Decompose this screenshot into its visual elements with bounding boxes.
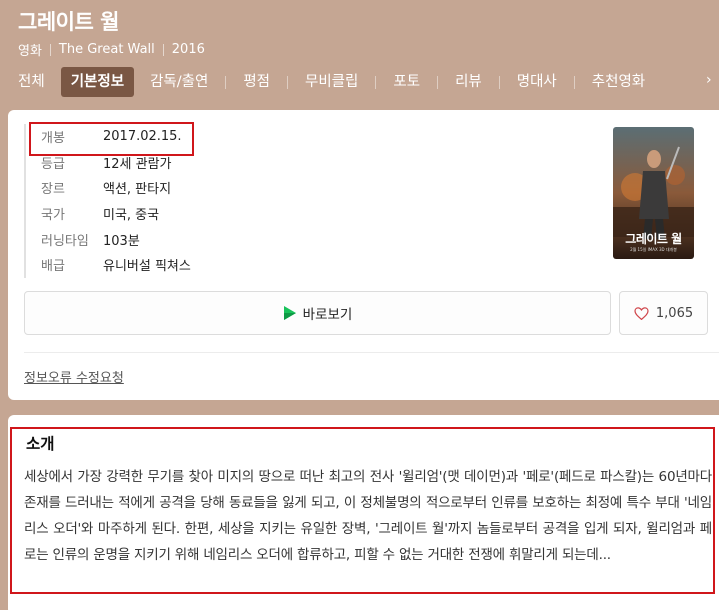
tab-photos[interactable]: 포토 — [383, 67, 430, 97]
tab-movie-clips[interactable]: 무비클립 — [295, 67, 368, 97]
watch-now-button[interactable]: 바로보기 — [24, 291, 611, 335]
poster-title-text: 그레이트 월 — [625, 232, 682, 246]
meta-original-title: The Great Wall — [58, 42, 155, 57]
tab-divider — [573, 75, 575, 89]
info-row-runtime: 러닝타임 103분 — [41, 226, 191, 252]
movie-header: 그레이트 월 영화 The Great Wall 2016 전체 기본정보 감독… — [0, 0, 719, 110]
meta-divider — [162, 43, 164, 56]
divider — [24, 352, 719, 353]
tab-quotes[interactable]: 명대사 — [507, 67, 567, 97]
tab-divider — [498, 75, 500, 89]
info-value: 103분 — [103, 233, 140, 249]
info-value: 유니버설 픽쳐스 — [103, 259, 191, 275]
tab-scroll-more-icon[interactable]: › — [706, 72, 712, 88]
info-row-country: 국가 미국, 중국 — [41, 201, 191, 227]
movie-meta: 영화 The Great Wall 2016 — [18, 40, 205, 59]
like-count: 1,065 — [655, 305, 694, 321]
tab-basic-info[interactable]: 기본정보 — [60, 67, 135, 97]
tab-divider — [225, 75, 227, 89]
report-error-link[interactable]: 정보오류 수정요청 — [24, 367, 124, 386]
meta-type: 영화 — [18, 44, 42, 59]
info-value: 액션, 판타지 — [103, 182, 172, 198]
like-button[interactable]: 1,065 — [619, 291, 708, 335]
intro-highlight-box — [10, 427, 715, 594]
tab-cast[interactable]: 감독/출연 — [140, 67, 218, 97]
meta-year: 2016 — [171, 42, 205, 57]
play-icon — [283, 306, 296, 320]
tab-divider — [287, 75, 288, 89]
meta-divider — [49, 43, 51, 56]
tab-reviews[interactable]: 리뷰 — [445, 67, 492, 97]
movie-title: 그레이트 월 — [18, 10, 119, 34]
heart-icon — [634, 306, 649, 320]
tab-bar: 전체 기본정보 감독/출연 평점 무비클립 포토 리뷰 명대사 추천영화 — [8, 67, 655, 97]
tab-recommended[interactable]: 추천영화 — [582, 67, 655, 97]
tab-ratings[interactable]: 평점 — [233, 67, 280, 97]
info-row-distributor: 배급 유니버설 픽쳐스 — [41, 252, 191, 278]
info-label: 러닝타임 — [41, 233, 89, 249]
poster-credit-text: 2월 15일 IMAX 3D 대개봉 — [630, 247, 677, 252]
movie-poster[interactable]: 그레이트 월 2월 15일 IMAX 3D 대개봉 — [613, 127, 694, 259]
info-label: 배급 — [41, 259, 65, 275]
tab-all[interactable]: 전체 — [8, 67, 55, 97]
watch-now-label: 바로보기 — [302, 307, 353, 323]
release-date-highlight-box — [29, 122, 194, 156]
info-label: 국가 — [41, 208, 65, 224]
info-label: 장르 — [41, 182, 65, 198]
info-value: 미국, 중국 — [103, 208, 160, 224]
info-row-genre: 장르 액션, 판타지 — [41, 175, 191, 201]
tab-divider — [375, 75, 377, 89]
tab-divider — [437, 75, 439, 89]
